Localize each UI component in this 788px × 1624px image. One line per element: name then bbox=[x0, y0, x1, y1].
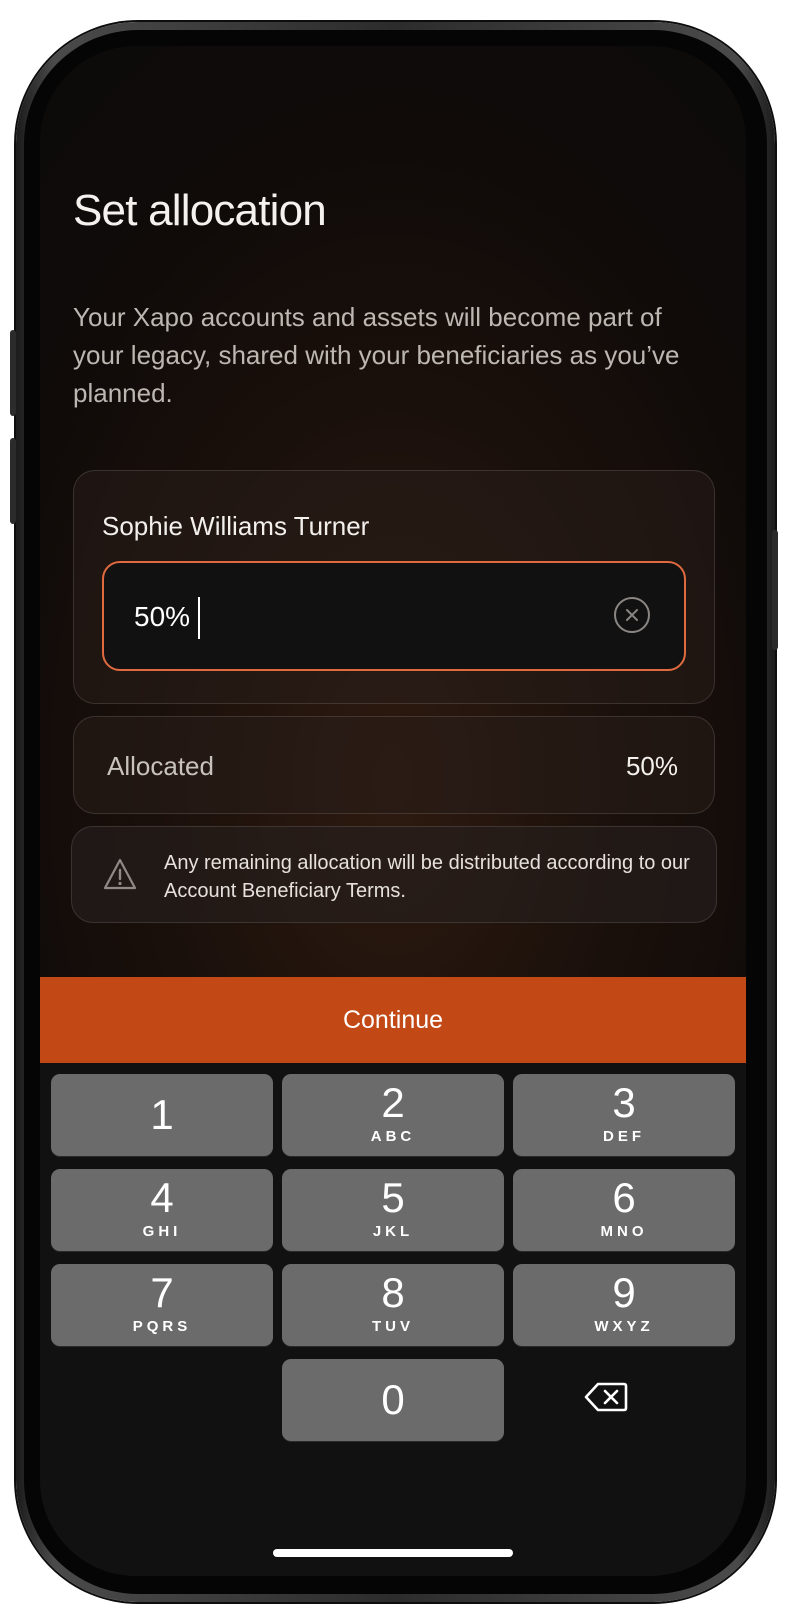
text-cursor bbox=[198, 597, 200, 639]
key-0[interactable]: 0 bbox=[282, 1359, 504, 1441]
warning-icon bbox=[103, 858, 137, 890]
key-digit: 0 bbox=[381, 1376, 405, 1423]
intro-text: Your Xapo accounts and assets will becom… bbox=[73, 302, 680, 408]
numeric-keypad: 1 2 ABC 3 DEF 4 GHI 5 JKL 6 MNO 7 PQRS 8… bbox=[40, 1063, 746, 1576]
key-6[interactable]: 6 MNO bbox=[513, 1169, 735, 1251]
key-digit: 9 bbox=[612, 1269, 636, 1316]
power-button bbox=[772, 530, 778, 650]
continue-button[interactable]: Continue bbox=[40, 977, 746, 1063]
page-title: Set allocation bbox=[73, 186, 327, 235]
key-digit: 4 bbox=[150, 1174, 174, 1221]
key-9[interactable]: 9 WXYZ bbox=[513, 1264, 735, 1346]
home-indicator[interactable] bbox=[273, 1549, 513, 1557]
notice-text: Any remaining allocation will be distrib… bbox=[164, 852, 690, 902]
key-letters: PQRS bbox=[132, 1318, 192, 1335]
key-digit: 7 bbox=[150, 1269, 174, 1316]
app-screen: Set allocation Your Xapo accounts and as… bbox=[40, 46, 746, 1576]
allocated-value: 50% bbox=[625, 751, 678, 781]
key-digit: 3 bbox=[612, 1079, 636, 1126]
key-letters: GHI bbox=[142, 1223, 182, 1240]
key-1[interactable]: 1 bbox=[51, 1074, 273, 1156]
backspace-icon[interactable] bbox=[584, 1381, 628, 1413]
key-digit: 6 bbox=[612, 1174, 636, 1221]
key-digit: 1 bbox=[150, 1091, 174, 1138]
key-5[interactable]: 5 JKL bbox=[282, 1169, 504, 1251]
key-7[interactable]: 7 PQRS bbox=[51, 1264, 273, 1346]
allocated-label: Allocated bbox=[107, 751, 214, 781]
key-letters: JKL bbox=[372, 1223, 414, 1240]
remaining-allocation-notice: Any remaining allocation will be distrib… bbox=[71, 826, 717, 923]
key-3[interactable]: 3 DEF bbox=[513, 1074, 735, 1156]
key-digit: 2 bbox=[381, 1079, 405, 1126]
clear-input-button[interactable] bbox=[614, 597, 650, 633]
key-4[interactable]: 4 GHI bbox=[51, 1169, 273, 1251]
key-letters: MNO bbox=[600, 1223, 648, 1240]
volume-up-button bbox=[10, 330, 16, 416]
close-icon bbox=[626, 609, 638, 621]
key-letters: ABC bbox=[370, 1128, 416, 1145]
key-2[interactable]: 2 ABC bbox=[282, 1074, 504, 1156]
key-8[interactable]: 8 TUV bbox=[282, 1264, 504, 1346]
key-letters: TUV bbox=[372, 1318, 414, 1335]
beneficiary-card: Sophie Williams Turner 50% bbox=[73, 470, 715, 704]
beneficiary-name: Sophie Williams Turner bbox=[102, 511, 370, 541]
key-digit: 8 bbox=[381, 1269, 405, 1316]
key-letters: DEF bbox=[603, 1128, 645, 1145]
key-digit: 5 bbox=[381, 1174, 405, 1221]
key-letters: WXYZ bbox=[594, 1318, 654, 1335]
volume-down-button bbox=[10, 438, 16, 524]
allocated-summary: Allocated 50% bbox=[73, 716, 715, 814]
allocation-percent-input[interactable]: 50% bbox=[102, 561, 686, 671]
allocation-percent-value: 50% bbox=[134, 601, 191, 632]
